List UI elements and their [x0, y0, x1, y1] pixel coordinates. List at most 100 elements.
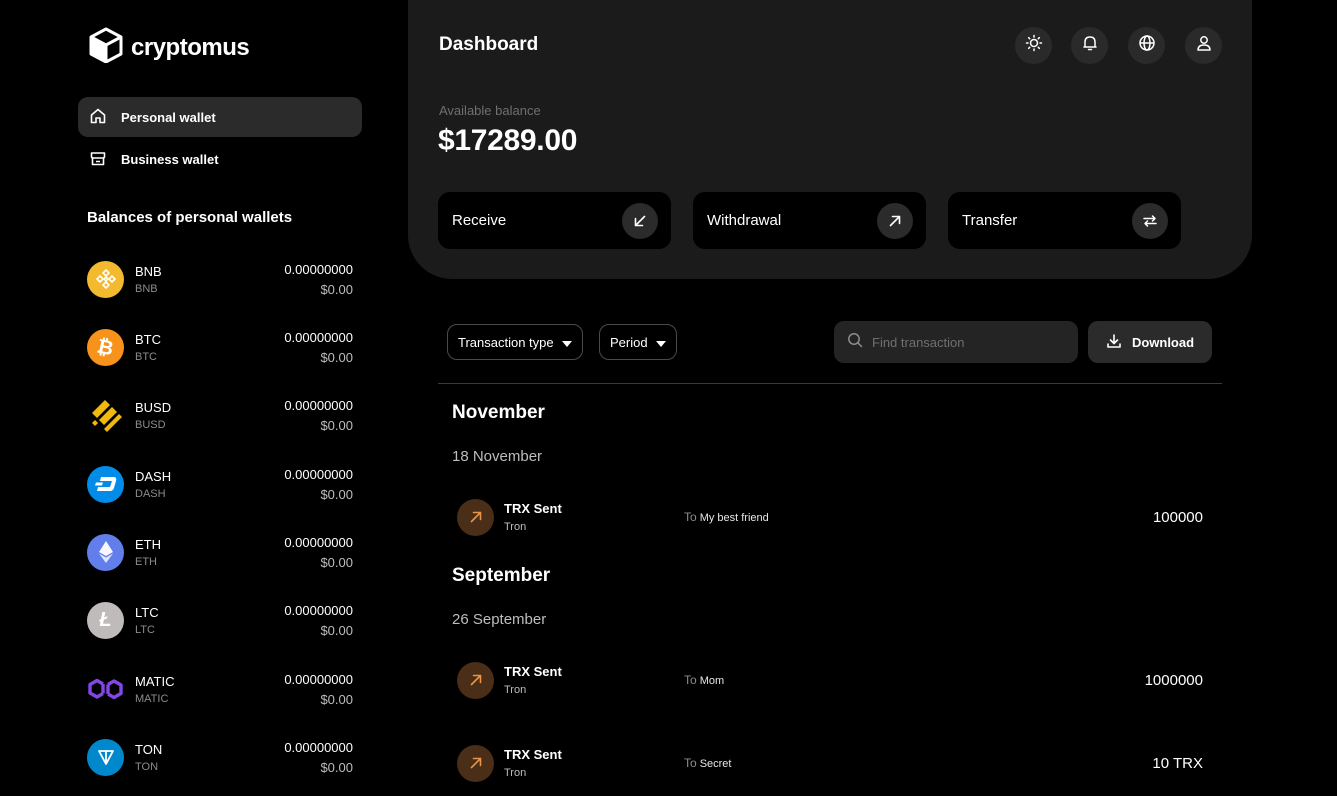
matic-icon	[87, 671, 124, 708]
divider	[438, 383, 1222, 384]
transaction-title: TRX Sent	[504, 501, 562, 516]
notifications-button[interactable]	[1071, 27, 1108, 64]
transaction-network: Tron	[504, 767, 527, 779]
coin-network: BNB	[135, 282, 158, 295]
coin-symbol: BUSD	[135, 399, 172, 415]
search-box	[834, 321, 1078, 363]
cube-logo-icon	[89, 27, 123, 68]
search-icon	[847, 332, 863, 353]
coin-symbol: ETH	[135, 536, 161, 552]
coin-row-bnb[interactable]: BNB BNB 0.00000000 $0.00	[87, 259, 353, 299]
coin-row-ton[interactable]: TON TON 0.00000000 $0.00	[87, 737, 353, 777]
nav-label: Business wallet	[121, 151, 219, 167]
coin-usd: $0.00	[320, 759, 353, 775]
ltc-icon: Ł	[87, 601, 124, 639]
coin-usd: $0.00	[320, 691, 353, 707]
day-heading: 26 September	[452, 611, 547, 628]
download-icon	[1106, 333, 1122, 352]
language-button[interactable]	[1128, 27, 1165, 64]
bnb-icon	[87, 260, 124, 298]
nav-personal-wallet[interactable]: Personal wallet	[78, 97, 362, 137]
coin-symbol: TON	[135, 741, 163, 757]
transaction-network: Tron	[504, 521, 527, 533]
recipient-name: Mom	[699, 675, 725, 687]
coin-symbol: BNB	[135, 263, 162, 279]
transaction-recipient: To Secret	[684, 756, 731, 770]
sidebar: cryptomus Personal wallet Business walle…	[0, 0, 400, 796]
dropdown-label: Period	[610, 334, 648, 350]
action-label: Transfer	[962, 212, 1018, 229]
transaction-title: TRX Sent	[504, 747, 562, 762]
coin-network: ETH	[135, 555, 157, 568]
coin-amount: 0.00000000	[284, 397, 353, 413]
coin-amount: 0.00000000	[284, 739, 353, 755]
balances-title: Balances of personal wallets	[87, 209, 293, 226]
transaction-row[interactable]: TRX Sent Tron To My best friend 100000	[457, 497, 1203, 537]
coin-row-busd[interactable]: BUSD BUSD 0.00000000 $0.00	[87, 395, 353, 435]
sun-icon	[1025, 34, 1043, 57]
coin-row-dash[interactable]: DASH DASH 0.00000000 $0.00	[87, 464, 353, 504]
bell-icon	[1081, 34, 1099, 57]
coin-amount: 0.00000000	[284, 602, 353, 618]
nav-label: Personal wallet	[121, 109, 216, 125]
dropdown-label: Transaction type	[458, 334, 554, 350]
transaction-row[interactable]: TRX Sent Tron To Mom 1000000	[457, 660, 1203, 700]
coin-amount: 0.00000000	[284, 261, 353, 277]
coin-network: DASH	[135, 487, 166, 500]
recipient-name: Secret	[699, 758, 732, 770]
transaction-type-dropdown[interactable]: Transaction type	[447, 324, 583, 360]
coin-amount: 0.00000000	[284, 466, 353, 482]
coin-symbol: LTC	[135, 604, 159, 620]
transaction-amount: 1000000	[1144, 671, 1203, 689]
coin-row-ltc[interactable]: Ł LTC LTC 0.00000000 $0.00	[87, 600, 353, 640]
coin-row-eth[interactable]: ETH ETH 0.00000000 $0.00	[87, 532, 353, 572]
eth-icon	[87, 533, 124, 571]
logo[interactable]: cryptomus	[89, 27, 250, 68]
coin-usd: $0.00	[320, 554, 353, 570]
transaction-row[interactable]: TRX Sent Tron To Secret 10 TRX	[457, 743, 1203, 783]
theme-toggle-button[interactable]	[1015, 27, 1052, 64]
arrow-down-left-icon	[622, 202, 658, 239]
arrow-up-right-icon	[457, 744, 494, 782]
arrow-up-right-icon	[457, 661, 494, 699]
dash-icon	[87, 465, 124, 503]
search-input[interactable]	[872, 334, 1062, 350]
swap-arrows-icon	[1132, 202, 1168, 239]
transaction-network: Tron	[504, 684, 527, 696]
month-heading: November	[452, 402, 545, 423]
period-dropdown[interactable]: Period	[599, 324, 677, 360]
busd-icon	[87, 397, 124, 434]
coin-usd: $0.00	[320, 349, 353, 365]
transfer-button[interactable]: Transfer	[948, 192, 1181, 249]
coin-network: MATIC	[135, 692, 169, 705]
withdrawal-button[interactable]: Withdrawal	[693, 192, 926, 249]
transaction-title: TRX Sent	[504, 664, 562, 679]
available-balance-label: Available balance	[439, 103, 541, 118]
download-button[interactable]: Download	[1088, 321, 1212, 363]
coin-network: BTC	[135, 350, 157, 363]
nav-business-wallet[interactable]: Business wallet	[78, 139, 362, 179]
arrow-up-right-icon	[877, 202, 913, 239]
btc-icon: ₿	[87, 328, 124, 366]
coin-usd: $0.00	[320, 622, 353, 638]
transaction-amount: 100000	[1152, 508, 1203, 526]
coin-row-matic[interactable]: MATIC MATIC 0.00000000 $0.00	[87, 669, 353, 709]
action-label: Receive	[452, 212, 507, 229]
caret-down-icon	[655, 335, 666, 350]
profile-button[interactable]	[1185, 27, 1222, 64]
coin-usd: $0.00	[320, 486, 353, 502]
coin-amount: 0.00000000	[284, 534, 353, 550]
receive-button[interactable]: Receive	[438, 192, 671, 249]
to-label: To	[684, 510, 697, 524]
transaction-amount: 10 TRX	[1152, 754, 1203, 772]
app-root: cryptomus Personal wallet Business walle…	[0, 0, 1337, 796]
download-label: Download	[1131, 334, 1195, 350]
coin-row-btc[interactable]: ₿ BTC BTC 0.00000000 $0.00	[87, 327, 353, 367]
page-title: Dashboard	[439, 34, 539, 55]
month-heading: September	[452, 565, 551, 586]
coin-amount: 0.00000000	[284, 329, 353, 345]
arrow-up-right-icon	[457, 498, 494, 536]
transaction-recipient: To My best friend	[684, 510, 769, 524]
day-heading: 18 November	[452, 448, 543, 465]
coin-usd: $0.00	[320, 281, 353, 297]
